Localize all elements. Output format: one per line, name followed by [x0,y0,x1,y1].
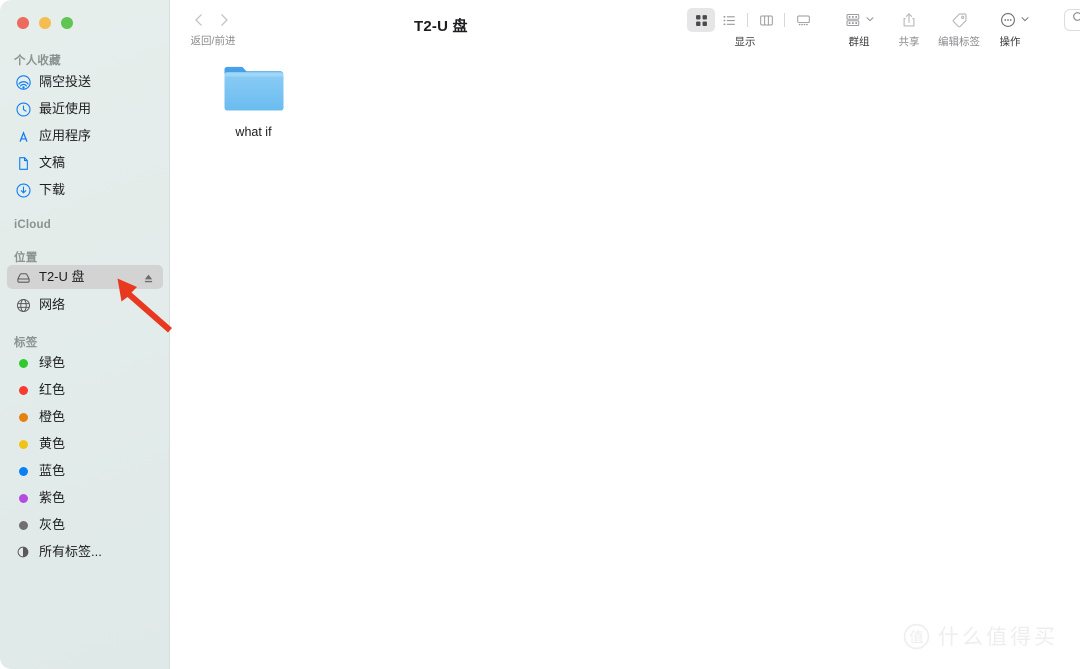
sidebar-item-documents[interactable]: 文稿 [7,151,163,175]
tag-dot-icon [14,382,32,398]
action-button[interactable] [993,8,1037,32]
file-browser-content[interactable]: what if [171,58,1080,669]
view-mode-group [687,8,817,32]
airdrop-icon [14,74,32,90]
sidebar-item-tag-green[interactable]: 绿色 [7,351,163,375]
tag-dot-icon [14,409,32,425]
sidebar-item-label: 最近使用 [39,101,92,116]
chevron-down-icon [865,11,875,29]
watermark: 值 什么值得买 [903,621,1058,651]
sidebar-item-label: 橙色 [39,409,66,424]
sidebar-item-tag-blue[interactable]: 蓝色 [7,459,163,483]
eject-button[interactable] [143,271,154,283]
drive-icon [14,269,32,285]
icon-view-button[interactable] [687,8,715,32]
sidebar-item-label: 蓝色 [39,463,66,478]
sidebar-section-icloud-title: iCloud [14,219,51,231]
list-item-label: what if [235,125,272,139]
list-view-button[interactable] [715,8,743,32]
minimize-button[interactable] [39,17,51,29]
sidebar-section-tags-title: 标签 [14,337,38,349]
folder-icon [201,64,306,119]
sidebar-item-label: 所有标签... [39,544,102,559]
sidebar-item-t2-usb-drive[interactable]: T2-U 盘 [7,265,163,289]
maximize-button[interactable] [61,17,73,29]
sidebar-item-label: 下载 [39,182,66,197]
chevron-down-icon [1020,11,1030,29]
watermark-text: 什么值得买 [938,626,1058,649]
sidebar-item-label: 网络 [39,297,66,312]
tag-dot-icon [14,463,32,479]
gallery-view-button[interactable] [789,8,817,32]
sidebar-item-label: 黄色 [39,436,66,451]
network-icon [14,297,32,313]
back-button[interactable] [189,10,209,30]
sidebar-item-label: 隔空投送 [39,74,92,89]
search-icon [1072,11,1080,29]
watermark-logo-text: 值 [909,628,923,645]
nav-label: 返回/前进 [190,35,236,47]
download-icon [14,182,32,198]
tag-dot-icon [14,490,32,506]
sidebar-section-locations-title: 位置 [14,252,38,264]
page-title: T2-U 盘 [414,18,468,35]
sidebar-item-label: 文稿 [39,155,66,170]
tag-dot-icon [14,355,32,371]
list-item[interactable]: what if [201,64,306,140]
group-label: 群组 [848,36,870,48]
sidebar-item-label: 红色 [39,382,66,397]
sidebar-item-tag-purple[interactable]: 紫色 [7,486,163,510]
sidebar-item-airdrop[interactable]: 隔空投送 [7,70,163,94]
sidebar-item-label: 绿色 [39,355,66,370]
toolbar-divider [784,13,785,27]
edit-tags-label: 编辑标签 [938,36,980,48]
finder-window: 个人收藏 隔空投送 最近使用 应用程序 文稿 下载 iCloud 位置 T2-U… [0,0,1080,669]
column-view-button[interactable] [752,8,780,32]
sidebar-item-recents[interactable]: 最近使用 [7,97,163,121]
sidebar-item-label: 紫色 [39,490,66,505]
sidebar-item-label: T2-U 盘 [39,269,85,284]
sidebar-item-label: 灰色 [39,517,66,532]
group-button[interactable] [837,8,883,32]
toolbar: 返回/前进 T2-U 盘 显示 群组 共享 编辑标签 操作 [171,0,1080,58]
toolbar-divider [747,13,748,27]
clock-icon [14,101,32,117]
sidebar-item-all-tags[interactable]: 所有标签... [7,540,163,564]
tag-dot-icon [14,436,32,452]
search-field[interactable] [1064,9,1080,31]
sidebar-item-tag-red[interactable]: 红色 [7,378,163,402]
sidebar-item-label: 应用程序 [39,128,92,143]
share-label: 共享 [898,36,920,48]
sidebar-item-tag-gray[interactable]: 灰色 [7,513,163,537]
sidebar-section-favorites-title: 个人收藏 [14,55,61,67]
sidebar-item-tag-orange[interactable]: 橙色 [7,405,163,429]
share-button[interactable] [894,8,924,32]
applications-icon [14,128,32,144]
document-icon [14,155,32,171]
view-label: 显示 [734,36,756,48]
action-label: 操作 [999,36,1021,48]
sidebar-item-network[interactable]: 网络 [7,293,163,317]
sidebar: 个人收藏 隔空投送 最近使用 应用程序 文稿 下载 iCloud 位置 T2-U… [0,0,170,669]
all-tags-icon [14,544,32,560]
forward-button[interactable] [214,10,234,30]
sidebar-item-tag-yellow[interactable]: 黄色 [7,432,163,456]
sidebar-item-applications[interactable]: 应用程序 [7,124,163,148]
tag-dot-icon [14,517,32,533]
edit-tags-button[interactable] [944,8,974,32]
close-button[interactable] [17,17,29,29]
watermark-logo-icon: 值 [903,623,930,649]
sidebar-item-downloads[interactable]: 下载 [7,178,163,202]
